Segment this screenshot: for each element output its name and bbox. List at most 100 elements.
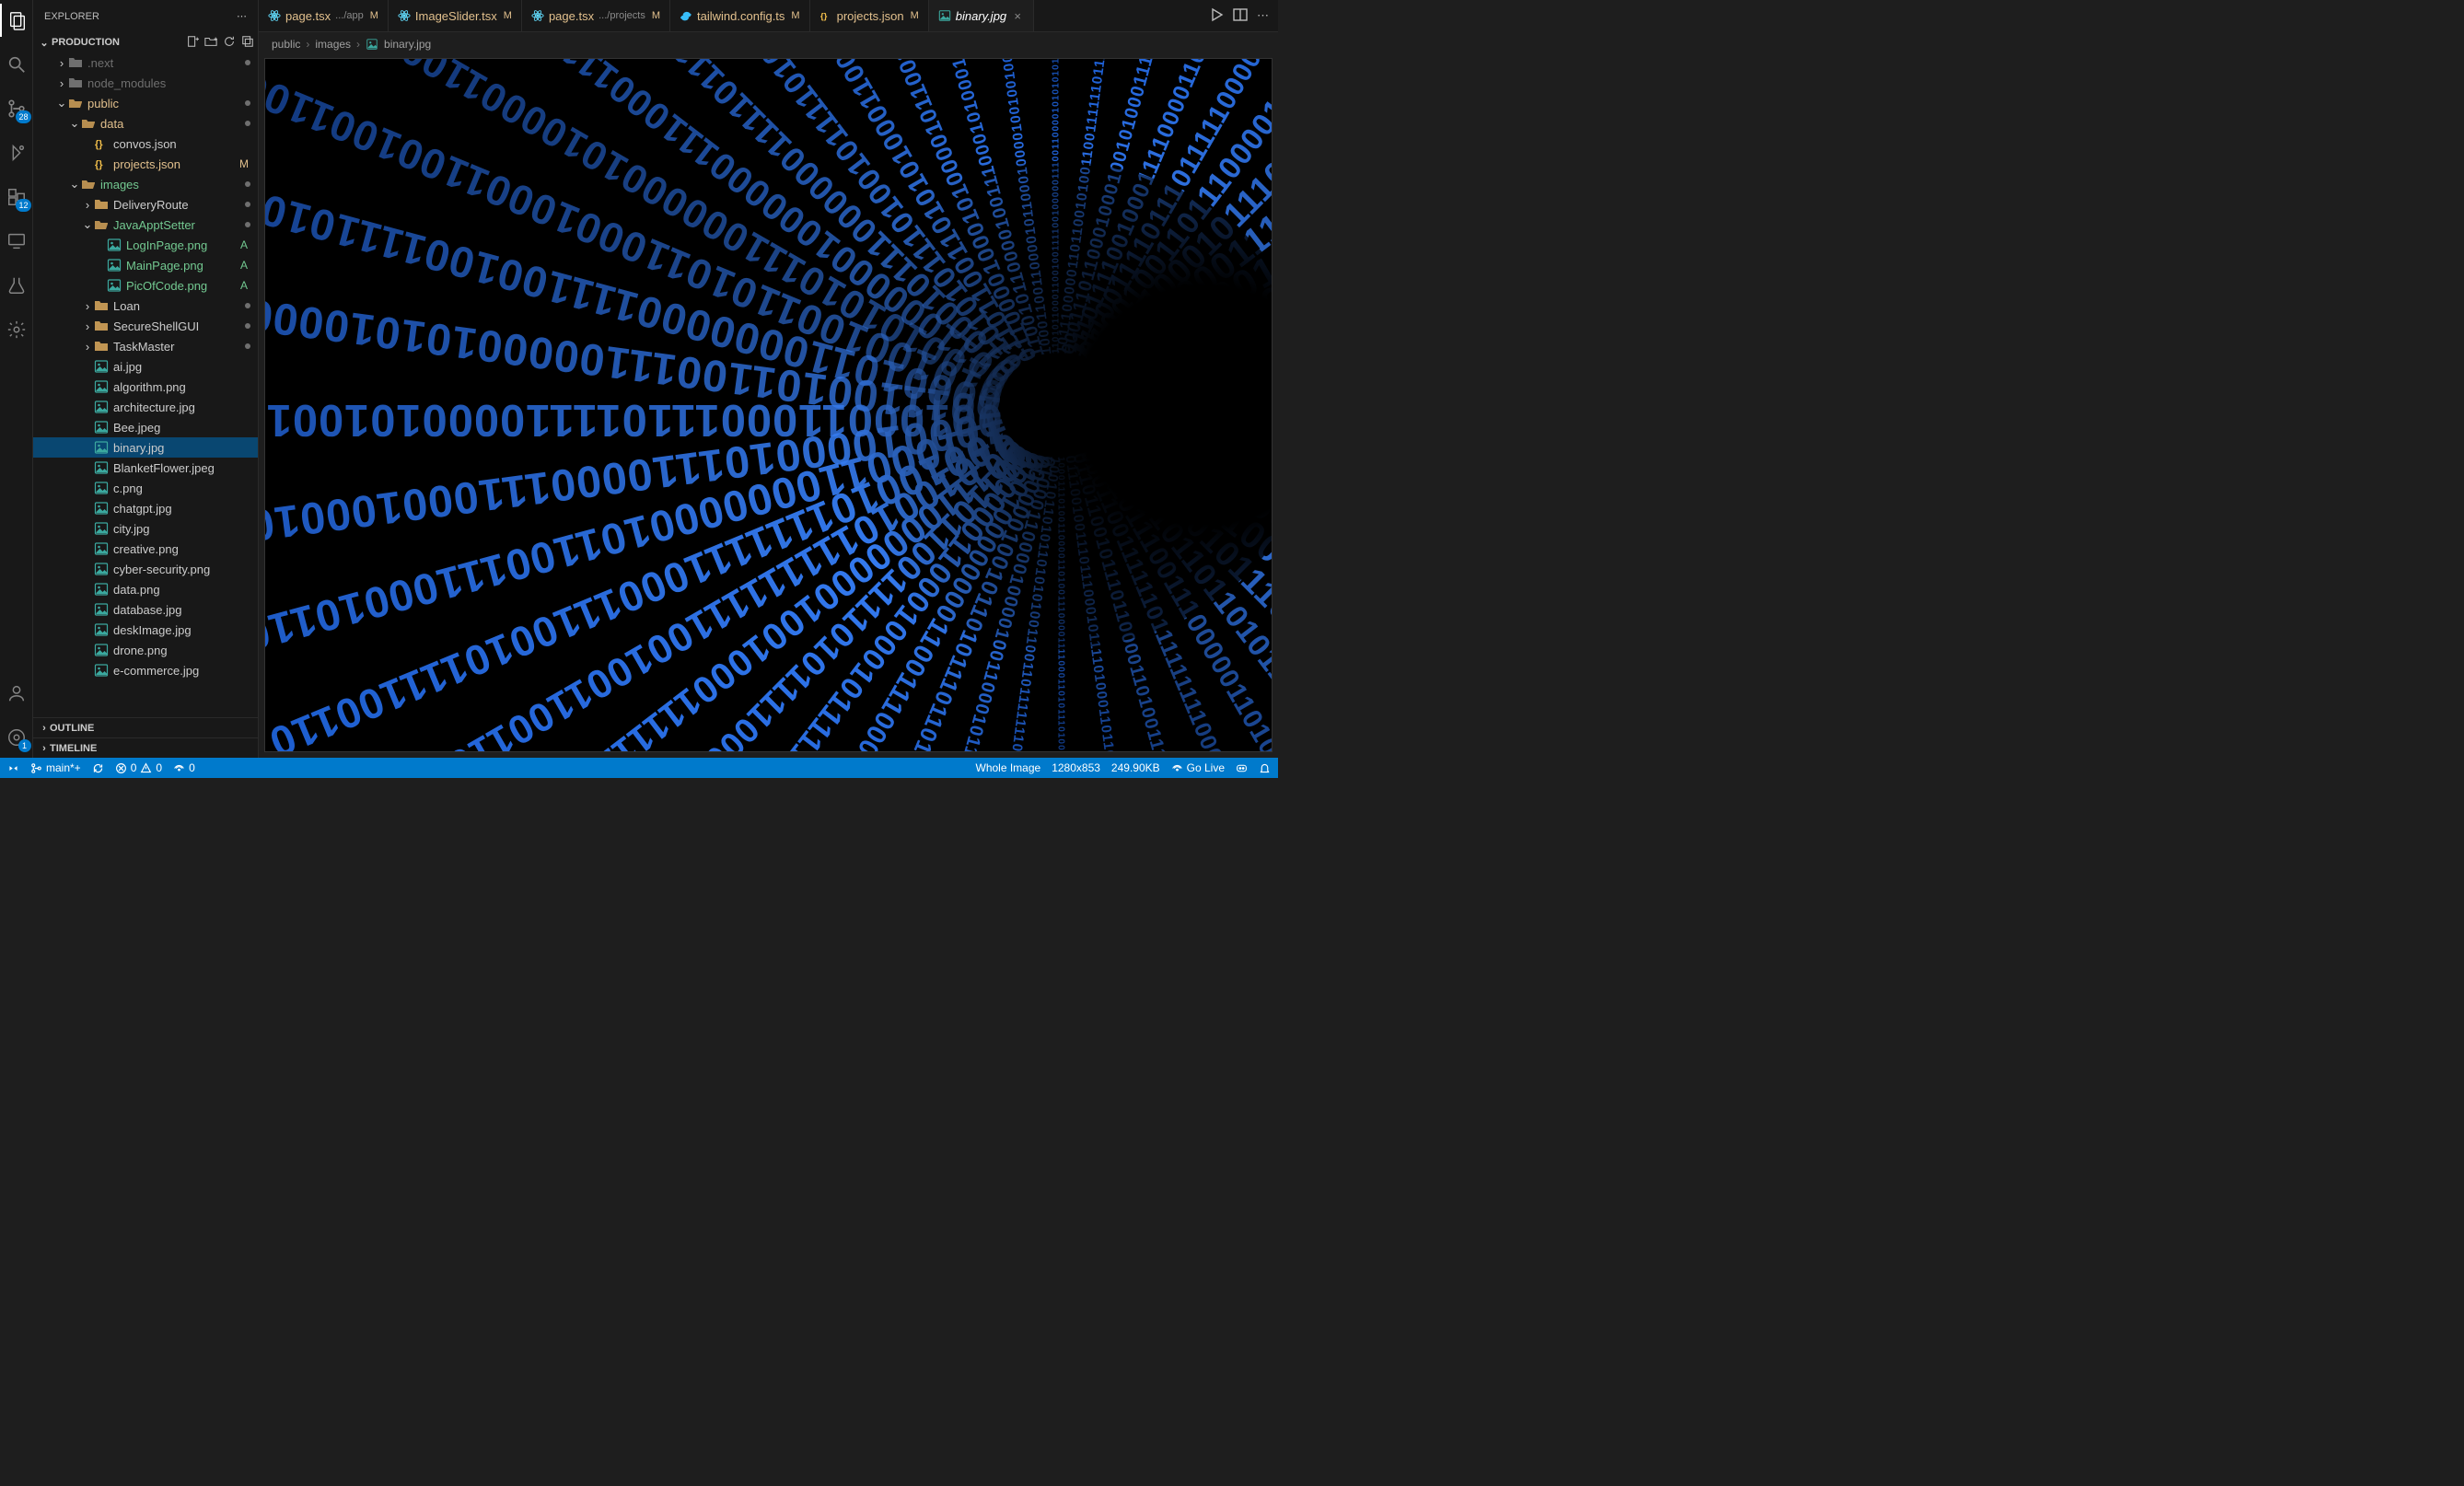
folder-icon	[94, 339, 109, 354]
file-architecture[interactable]: architecture.jpg	[33, 397, 258, 417]
git-branch[interactable]: main*+	[30, 761, 81, 774]
image-file-icon	[94, 541, 109, 556]
file-blanket[interactable]: BlanketFlower.jpeg	[33, 458, 258, 478]
settings-gear-icon[interactable]	[0, 313, 33, 346]
debug-icon[interactable]	[0, 136, 33, 169]
file-database[interactable]: database.jpg	[33, 599, 258, 620]
breadcrumb[interactable]: public › images › binary.jpg	[259, 32, 1278, 56]
tree-item-label: cyber-security.png	[113, 563, 250, 576]
folder-images[interactable]: ⌄images	[33, 174, 258, 194]
image-preview[interactable]: 0010000001111010110010000010101011010110…	[264, 58, 1273, 752]
extensions-icon[interactable]: 12	[0, 180, 33, 214]
manage-icon[interactable]: 1	[0, 721, 33, 754]
tree-item-label: deskImage.jpg	[113, 623, 250, 637]
refresh-icon[interactable]	[223, 35, 236, 51]
search-icon[interactable]	[0, 48, 33, 81]
chevron-right-icon: ›	[55, 56, 68, 70]
run-icon[interactable]	[1209, 7, 1224, 25]
remote-explorer-icon[interactable]	[0, 225, 33, 258]
tab-more-icon[interactable]: ⋯	[1257, 8, 1269, 23]
new-file-icon[interactable]	[186, 35, 199, 51]
folder-data[interactable]: ⌄data	[33, 113, 258, 134]
file-drone[interactable]: drone.png	[33, 640, 258, 660]
go-live[interactable]: Go Live	[1171, 761, 1225, 774]
outline-section[interactable]: › OUTLINE	[33, 717, 258, 737]
explorer-icon[interactable]	[0, 4, 33, 37]
file-ai[interactable]: ai.jpg	[33, 356, 258, 377]
image-file-icon	[107, 258, 122, 273]
file-city[interactable]: city.jpg	[33, 518, 258, 539]
image-file-icon	[938, 9, 951, 22]
image-file-icon	[94, 481, 109, 495]
copilot-icon[interactable]	[1236, 762, 1248, 774]
source-control-icon[interactable]: 28	[0, 92, 33, 125]
dirty-dot-icon	[245, 303, 250, 308]
folder-public[interactable]: ⌄public	[33, 93, 258, 113]
file-datapng[interactable]: data.png	[33, 579, 258, 599]
file-algorithm[interactable]: algorithm.png	[33, 377, 258, 397]
file-chatgpt[interactable]: chatgpt.jpg	[33, 498, 258, 518]
tab-page-tsx[interactable]: page.tsx.../appM	[259, 0, 389, 31]
tab-page-tsx[interactable]: page.tsx.../projectsM	[522, 0, 670, 31]
chevron-right-icon: ›	[306, 38, 309, 51]
file-projects[interactable]: {}projects.jsonM	[33, 154, 258, 174]
collapse-all-icon[interactable]	[241, 35, 254, 51]
tab-description: .../app	[335, 10, 364, 21]
tab-imageslider-tsx[interactable]: ImageSlider.tsxM	[389, 0, 522, 31]
file-cyber[interactable]: cyber-security.png	[33, 559, 258, 579]
split-editor-icon[interactable]	[1233, 7, 1248, 25]
chevron-right-icon: ›	[81, 299, 94, 313]
folder-taskmaster[interactable]: ›TaskMaster	[33, 336, 258, 356]
folder-javaapptsetter[interactable]: ⌄JavaApptSetter	[33, 215, 258, 235]
dirty-dot-icon	[245, 222, 250, 227]
file-convos[interactable]: {}convos.json	[33, 134, 258, 154]
file-cpng[interactable]: c.png	[33, 478, 258, 498]
tree-item-label: creative.png	[113, 542, 250, 556]
folder-next[interactable]: ›.next	[33, 52, 258, 73]
new-folder-icon[interactable]	[204, 35, 217, 51]
project-section-header[interactable]: ⌄ PRODUCTION	[33, 32, 258, 52]
folder-open-icon	[81, 177, 96, 192]
sidebar-title: EXPLORER	[44, 11, 99, 22]
chevron-down-icon: ⌄	[39, 37, 50, 49]
file-ecommerce[interactable]: e-commerce.jpg	[33, 660, 258, 680]
file-mainpage[interactable]: MainPage.pngA	[33, 255, 258, 275]
tree-item-label: MainPage.png	[126, 259, 238, 273]
file-creative[interactable]: creative.png	[33, 539, 258, 559]
ports[interactable]: 0	[173, 761, 195, 774]
testing-icon[interactable]	[0, 269, 33, 302]
folder-deliveryroute[interactable]: ›DeliveryRoute	[33, 194, 258, 215]
sidebar-more-icon[interactable]: ⋯	[237, 10, 247, 22]
tab-projects-json[interactable]: {}projects.jsonM	[810, 0, 929, 31]
dirty-dot-icon	[245, 343, 250, 349]
accounts-icon[interactable]	[0, 677, 33, 710]
tab-git-status: M	[504, 10, 512, 21]
json-file-icon: {}	[819, 9, 832, 22]
editor-area: page.tsx.../appMImageSlider.tsxMpage.tsx…	[259, 0, 1278, 758]
close-icon[interactable]: ×	[1011, 9, 1024, 23]
tab-tailwind-config-ts[interactable]: tailwind.config.tsM	[670, 0, 810, 31]
dirty-dot-icon	[245, 181, 250, 187]
file-binary[interactable]: binary.jpg	[33, 437, 258, 458]
remote-indicator[interactable]	[7, 762, 19, 774]
folder-secureshell[interactable]: ›SecureShellGUI	[33, 316, 258, 336]
tab-label: page.tsx	[549, 9, 594, 23]
svg-text:{}: {}	[95, 159, 103, 170]
folder-loan[interactable]: ›Loan	[33, 296, 258, 316]
file-bee[interactable]: Bee.jpeg	[33, 417, 258, 437]
file-picofcode[interactable]: PicOfCode.pngA	[33, 275, 258, 296]
tab-binary-jpg[interactable]: binary.jpg×	[929, 0, 1034, 31]
dirty-dot-icon	[245, 60, 250, 65]
folder-node_modules[interactable]: ›node_modules	[33, 73, 258, 93]
folder-open-icon	[68, 96, 83, 110]
sync-icon[interactable]	[92, 762, 104, 774]
chevron-down-icon: ⌄	[81, 217, 94, 232]
image-zoom-mode[interactable]: Whole Image	[976, 761, 1041, 774]
problems[interactable]: 0 0	[115, 761, 162, 774]
tab-git-status: M	[911, 10, 919, 21]
folder-icon	[68, 55, 83, 70]
timeline-section[interactable]: › TIMELINE	[33, 737, 258, 758]
file-login[interactable]: LogInPage.pngA	[33, 235, 258, 255]
file-deskimage[interactable]: deskImage.jpg	[33, 620, 258, 640]
notifications-icon[interactable]	[1259, 762, 1271, 774]
